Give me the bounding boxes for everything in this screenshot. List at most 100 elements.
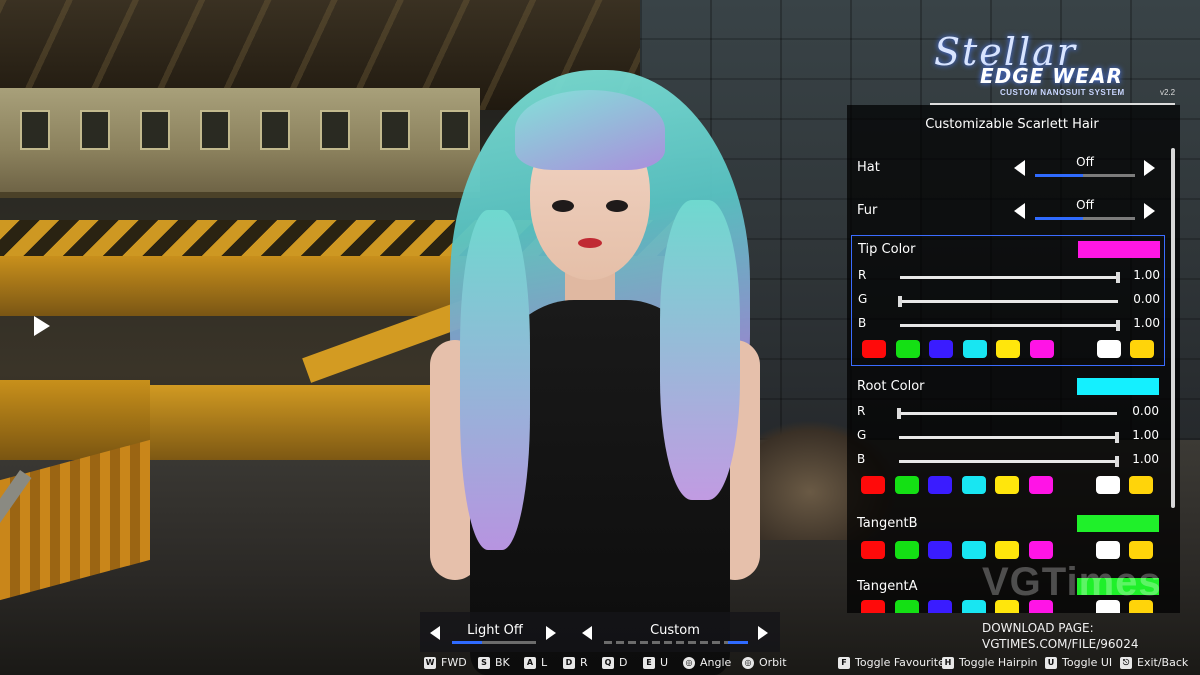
palette-color-chip[interactable] <box>894 541 919 559</box>
preset-next-arrow-icon[interactable] <box>758 626 768 640</box>
color-palette <box>862 340 1162 360</box>
color-block-tangentb[interactable]: TangentB <box>851 510 1165 566</box>
slider-track[interactable] <box>899 456 1119 467</box>
palette-color-chip[interactable] <box>894 476 919 494</box>
palette-color-chip[interactable] <box>861 476 885 494</box>
light-next-arrow-icon[interactable] <box>546 626 556 640</box>
download-url: VGTIMES.COM/FILE/96024 <box>982 637 1139 651</box>
palette-color-chip[interactable] <box>928 476 952 494</box>
control-hint: F Toggle Favourite <box>838 656 945 669</box>
slider-knob[interactable] <box>1116 320 1120 331</box>
control-hint: W FWD <box>424 656 467 669</box>
slider-b[interactable]: B 1.00 <box>852 314 1166 334</box>
palette-color-chip[interactable] <box>1096 340 1121 358</box>
palette-color-chip[interactable] <box>861 541 885 559</box>
palette-color-chip[interactable] <box>1130 340 1154 358</box>
palette-color-chip[interactable] <box>928 600 952 613</box>
palette-color-chip[interactable] <box>1129 476 1153 494</box>
palette-color-chip[interactable] <box>995 476 1019 494</box>
palette-color-chip[interactable] <box>1028 541 1053 559</box>
control-hint: QD <box>602 656 627 669</box>
panel-scrollbar[interactable] <box>1171 148 1175 508</box>
palette-color-chip[interactable] <box>928 541 952 559</box>
key-icon: F <box>838 657 850 669</box>
train-car <box>0 88 480 198</box>
palette-color-chip[interactable] <box>1029 340 1054 358</box>
character-hair-strand <box>660 200 740 500</box>
control-hint-label: Angle <box>700 656 732 669</box>
control-hint: ⎋ Exit/Back <box>1120 656 1188 669</box>
slider-r[interactable]: R 1.00 <box>852 266 1166 286</box>
color-block-root[interactable]: Root Color R 0.00 G 1.00 B 1.00 <box>851 373 1165 501</box>
key-icon: E <box>643 657 655 669</box>
color-block-title: TangentB <box>857 516 918 531</box>
controls-hint-bar: W FWD S BK A L D R Q D E U ◎ Angle ◎ Orbit F Toggle Favou… <box>0 652 1200 674</box>
slider-b[interactable]: B 1.00 <box>851 450 1165 470</box>
slider-label: G <box>857 428 867 442</box>
arrow-right-icon[interactable] <box>1144 160 1155 176</box>
preset-prev-arrow-icon[interactable] <box>582 626 592 640</box>
color-block-title: Root Color <box>857 379 925 394</box>
slider-knob[interactable] <box>897 408 901 419</box>
key-icon: A <box>524 657 536 669</box>
palette-color-chip[interactable] <box>862 340 886 358</box>
light-prev-arrow-icon[interactable] <box>430 626 440 640</box>
palette-color-chip[interactable] <box>1095 476 1120 494</box>
customization-panel: Customizable Scarlett Hair Hat Off Fur O… <box>847 105 1180 613</box>
color-palette <box>861 541 1161 561</box>
control-hint-label: U <box>660 656 669 669</box>
slider-value: 0.00 <box>1132 404 1159 418</box>
stellar-edge-wear-logo: Stellar EDGE WEAR CUSTOM NANOSUIT SYSTEM… <box>920 30 1180 100</box>
slider-r[interactable]: R 0.00 <box>851 402 1165 422</box>
download-info: DOWNLOAD PAGE: VGTIMES.COM/FILE/96024 <box>982 620 1138 652</box>
arrow-right-icon[interactable] <box>1144 203 1155 219</box>
key-icon: ⎋ <box>1120 657 1132 669</box>
slider-track[interactable] <box>899 432 1119 443</box>
slider-knob[interactable] <box>1115 432 1119 443</box>
preset-picker-label: Custom <box>650 623 700 638</box>
slider-value: 1.00 <box>1133 316 1160 330</box>
color-swatch <box>1077 378 1159 395</box>
slider-knob[interactable] <box>1115 456 1119 467</box>
key-icon: ◎ <box>683 657 695 669</box>
palette-color-chip[interactable] <box>1129 541 1153 559</box>
color-block-tip[interactable]: Tip Color R 1.00 G 0.00 B 1.00 <box>851 235 1165 366</box>
slider-track[interactable] <box>900 320 1120 331</box>
control-hint-label: Orbit <box>759 656 787 669</box>
slider-track[interactable] <box>898 296 1118 307</box>
slider-track[interactable] <box>897 408 1117 419</box>
slider-value: 0.00 <box>1133 292 1160 306</box>
slider-track[interactable] <box>900 272 1120 283</box>
palette-color-chip[interactable] <box>929 340 953 358</box>
option-value: Off <box>1076 155 1094 169</box>
arrow-left-icon[interactable] <box>1014 203 1025 219</box>
palette-color-chip[interactable] <box>1095 541 1120 559</box>
palette-color-chip[interactable] <box>995 541 1019 559</box>
play-icon[interactable] <box>34 316 50 336</box>
character-fringe <box>515 90 665 170</box>
option-fur[interactable]: Fur Off <box>847 194 1167 230</box>
palette-color-chip[interactable] <box>1028 476 1053 494</box>
option-hat[interactable]: Hat Off <box>847 151 1167 187</box>
slider-g[interactable]: G 0.00 <box>852 290 1166 310</box>
palette-color-chip[interactable] <box>895 340 920 358</box>
slider-value: 1.00 <box>1132 452 1159 466</box>
control-hint-label: Toggle UI <box>1062 656 1113 669</box>
control-hint: ◎ Orbit <box>742 656 787 669</box>
slider-label: B <box>857 452 866 466</box>
control-hint-label: BK <box>495 656 510 669</box>
palette-color-chip[interactable] <box>996 340 1020 358</box>
slider-g[interactable]: G 1.00 <box>851 426 1165 446</box>
color-swatch <box>1078 241 1160 258</box>
color-swatch <box>1077 515 1159 532</box>
key-icon: W <box>424 657 436 669</box>
slider-label: G <box>858 292 868 306</box>
palette-color-chip[interactable] <box>962 340 987 358</box>
slider-knob[interactable] <box>1116 272 1120 283</box>
slider-knob[interactable] <box>898 296 902 307</box>
palette-color-chip[interactable] <box>894 600 919 613</box>
palette-color-chip[interactable] <box>961 476 986 494</box>
palette-color-chip[interactable] <box>961 541 986 559</box>
arrow-left-icon[interactable] <box>1014 160 1025 176</box>
palette-color-chip[interactable] <box>861 600 885 613</box>
